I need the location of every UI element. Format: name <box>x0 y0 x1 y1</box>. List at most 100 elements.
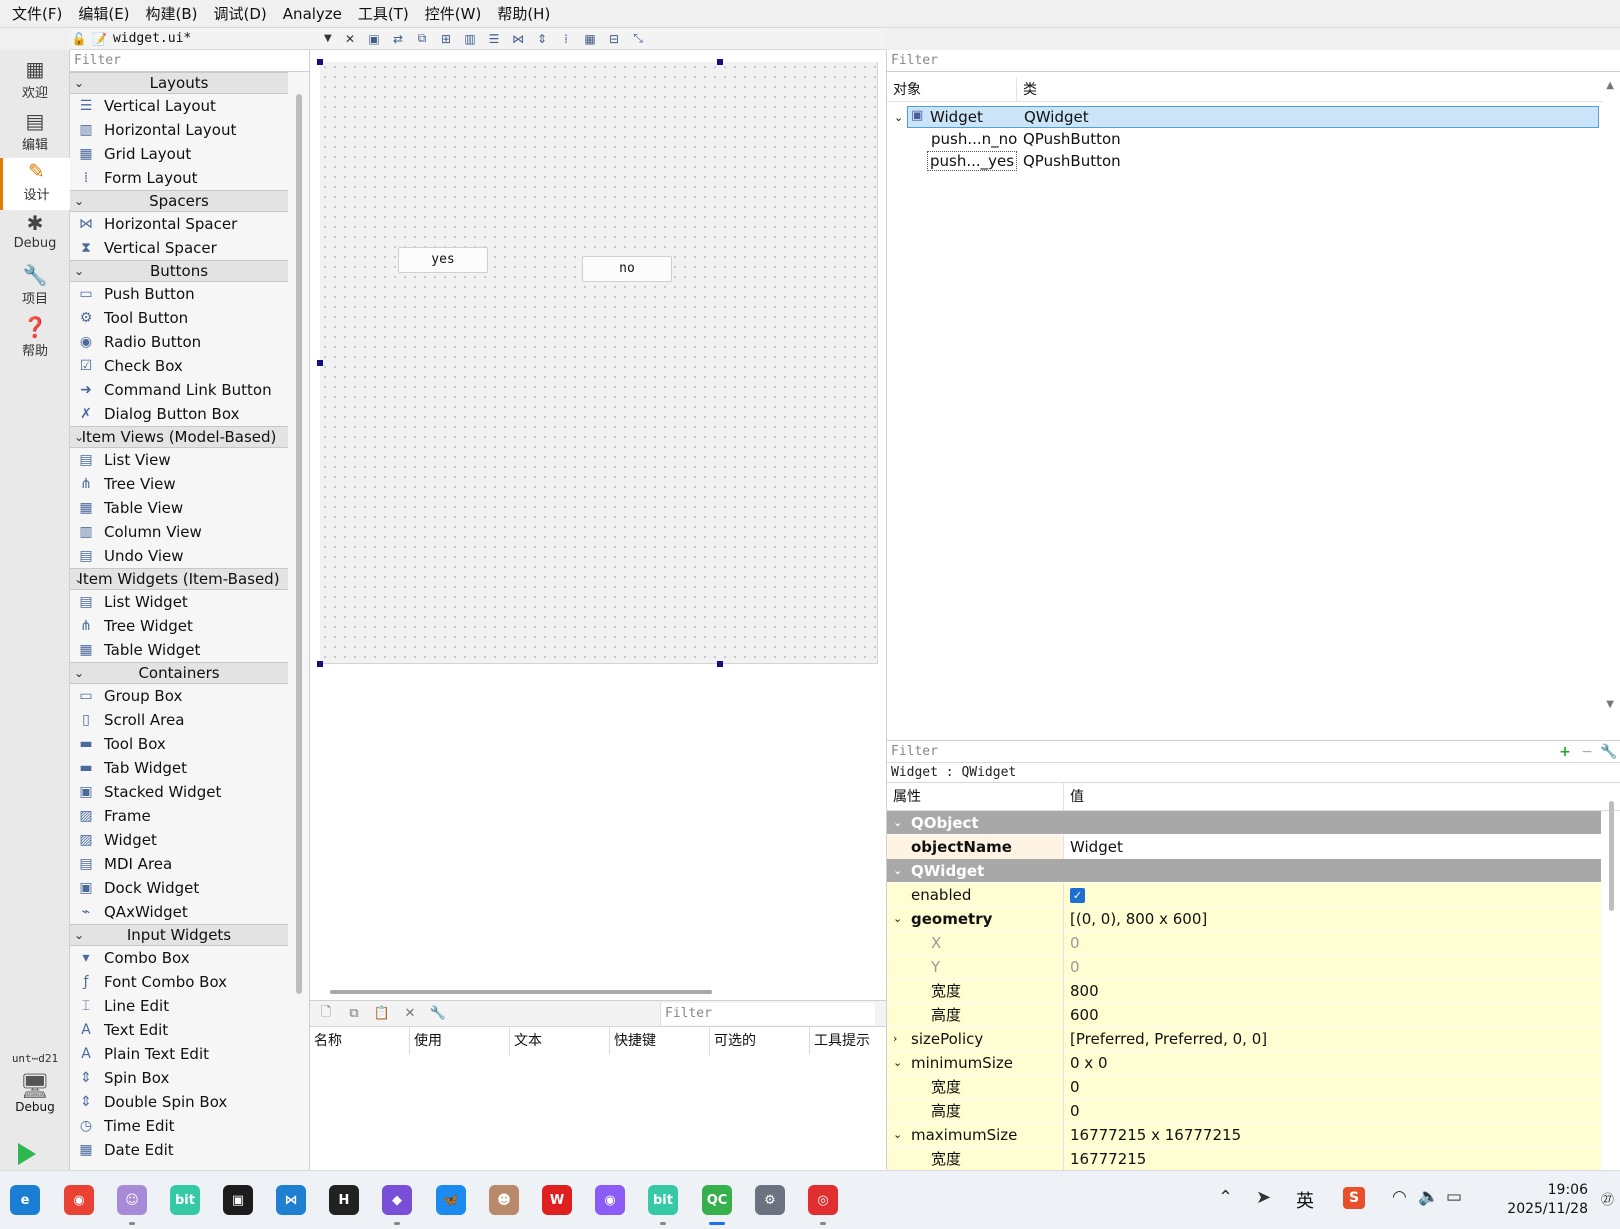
taskbar-avatar-app-icon[interactable]: ☺ <box>117 1185 147 1215</box>
property-value[interactable]: 0 <box>1064 1075 1080 1099</box>
layout-vsplitter-icon[interactable]: ⇕ <box>531 30 553 48</box>
property-value[interactable]: 16777215 <box>1064 1147 1146 1171</box>
column-header[interactable]: 值 <box>1064 783 1084 810</box>
taskbar-chrome-icon[interactable]: ◉ <box>64 1185 94 1215</box>
resize-handle[interactable] <box>717 661 723 667</box>
action-filter-input[interactable]: Filter <box>660 1002 875 1025</box>
layout-form-icon[interactable]: ⁞ <box>555 30 577 48</box>
column-header[interactable]: 属性 <box>887 783 1064 810</box>
taskbar-edge-icon[interactable]: e <box>10 1185 40 1215</box>
enabled-checkbox[interactable]: ✓ <box>1070 887 1085 903</box>
mode-design[interactable]: ✎ 设计 <box>0 158 70 210</box>
category-item-views-model-based[interactable]: ⌄ Item Views (Model-Based) <box>70 426 288 448</box>
property-section[interactable]: ⌄ QObject <box>887 811 1601 835</box>
property-row[interactable]: 高度 600 <box>887 1002 1601 1027</box>
column-header[interactable]: 文本 <box>510 1027 610 1055</box>
chevron-up-icon[interactable]: ⌃ <box>1218 1187 1233 1208</box>
property-value[interactable]: Widget <box>1064 835 1123 859</box>
taskbar-netease-music-icon[interactable]: ◎ <box>808 1185 838 1215</box>
widget-item-double-spin-box[interactable]: ⇕ Double Spin Box <box>70 1090 288 1114</box>
menu-item[interactable]: 文件(F) <box>4 0 70 28</box>
property-scrollbar[interactable] <box>1609 801 1614 911</box>
widget-item-mdi-area[interactable]: ▤ MDI Area <box>70 852 288 876</box>
menu-item[interactable]: 编辑(E) <box>70 0 137 28</box>
taskbar-bit-app-2-icon[interactable]: bit <box>648 1185 678 1215</box>
property-row[interactable]: X0 <box>887 930 1601 955</box>
widget-item-check-box[interactable]: ☑ Check Box <box>70 354 288 378</box>
menu-item[interactable]: 控件(W) <box>417 0 490 28</box>
widget-item-column-view[interactable]: ▥ Column View <box>70 520 288 544</box>
widget-item-table-widget[interactable]: ▦ Table Widget <box>70 638 288 662</box>
scroll-down-icon[interactable]: ▼ <box>1606 699 1614 710</box>
property-row[interactable]: objectName Widget <box>887 834 1601 859</box>
widget-item-horizontal-layout[interactable]: ▥ Horizontal Layout <box>70 118 288 142</box>
column-header[interactable]: 类 <box>1017 78 1037 101</box>
property-row[interactable]: 宽度 0 <box>887 1074 1601 1099</box>
widget-item-radio-button[interactable]: ◉ Radio Button <box>70 330 288 354</box>
chevron-down-icon[interactable]: ⌄ <box>893 907 902 931</box>
wifi-icon[interactable]: ◠ <box>1392 1187 1407 1207</box>
adjust-size-icon[interactable]: ⤡ <box>627 30 649 48</box>
taskbar-vscode-icon[interactable]: ⋈ <box>276 1185 306 1215</box>
property-row[interactable]: 高度 0 <box>887 1098 1601 1123</box>
menu-item[interactable]: 调试(D) <box>206 0 275 28</box>
layout-horizontal-icon[interactable]: ▥ <box>459 30 481 48</box>
widget-item-vertical-spacer[interactable]: ⧗ Vertical Spacer <box>70 236 288 260</box>
widget-filter-input[interactable]: Filter <box>70 50 309 72</box>
chevron-down-icon[interactable]: ▼ <box>324 33 338 44</box>
property-row[interactable]: ⌄ minimumSize 0 x 0 <box>887 1050 1601 1075</box>
widget-item-list-view[interactable]: ▤ List View <box>70 448 288 472</box>
property-section[interactable]: ⌄ QWidget <box>887 859 1601 883</box>
property-row[interactable]: › sizePolicy [Preferred, Preferred, 0, 0] <box>887 1026 1601 1051</box>
resize-handle[interactable] <box>717 59 723 65</box>
taskbar-wps-icon[interactable]: W <box>542 1185 572 1215</box>
new-action-icon[interactable]: 🗋 <box>314 1004 338 1024</box>
remove-property-icon[interactable]: − <box>1576 744 1598 760</box>
tree-row[interactable]: push...n_no QPushButton <box>887 128 1603 150</box>
edit-tab-order-icon[interactable]: ⊞ <box>435 30 457 48</box>
widget-item-frame[interactable]: ▨ Frame <box>70 804 288 828</box>
widget-item-grid-layout[interactable]: ▦ Grid Layout <box>70 142 288 166</box>
mode-debug[interactable]: ✱ Debug <box>0 210 70 262</box>
widget-item-undo-view[interactable]: ▤ Undo View <box>70 544 288 568</box>
push-button-yes[interactable]: yes <box>398 247 488 273</box>
column-header[interactable]: 使用 <box>410 1027 510 1055</box>
run-icon[interactable] <box>18 1143 36 1165</box>
widget-item-tree-widget[interactable]: ⋔ Tree Widget <box>70 614 288 638</box>
chevron-down-icon[interactable]: ⌄ <box>893 859 902 883</box>
add-property-icon[interactable]: + <box>1554 744 1576 760</box>
column-header[interactable]: 工具提示 <box>810 1027 886 1055</box>
sogou-icon[interactable]: S <box>1343 1187 1365 1209</box>
category-input-widgets[interactable]: ⌄ Input Widgets <box>70 924 288 946</box>
taskbar-settings-icon[interactable]: ⚙ <box>755 1185 785 1215</box>
mode-edit[interactable]: ▤ 编辑 <box>0 108 70 160</box>
property-value[interactable]: [Preferred, Preferred, 0, 0] <box>1064 1027 1267 1051</box>
location-icon[interactable]: ➤ <box>1256 1187 1271 1208</box>
resize-handle[interactable] <box>317 360 323 366</box>
widget-item-tree-view[interactable]: ⋔ Tree View <box>70 472 288 496</box>
widget-item-push-button[interactable]: ▭ Push Button <box>70 282 288 306</box>
property-value[interactable]: 0 x 0 <box>1064 1051 1108 1075</box>
widget-item-vertical-layout[interactable]: ☰ Vertical Layout <box>70 94 288 118</box>
widget-item-dock-widget[interactable]: ▣ Dock Widget <box>70 876 288 900</box>
widget-item-group-box[interactable]: ▭ Group Box <box>70 684 288 708</box>
widget-item-tab-widget[interactable]: ▬ Tab Widget <box>70 756 288 780</box>
resize-handle[interactable] <box>317 661 323 667</box>
widget-item-font-combo-box[interactable]: ƒ Font Combo Box <box>70 970 288 994</box>
taskbar-bit-app-icon[interactable]: bit <box>170 1185 200 1215</box>
notification-icon[interactable]: ㉗ <box>1601 1189 1614 1208</box>
category-item-widgets-item-based[interactable]: ⌄ Item Widgets (Item-Based) <box>70 568 288 590</box>
taskbar-chat-app-icon[interactable]: ◉ <box>595 1185 625 1215</box>
widget-box-scrollbar[interactable] <box>296 94 302 994</box>
chevron-right-icon[interactable]: › <box>893 1027 897 1051</box>
widget-item-qaxwidget[interactable]: ⌁ QAxWidget <box>70 900 288 924</box>
category-containers[interactable]: ⌄ Containers <box>70 662 288 684</box>
open-file-combo[interactable]: 📝 widget.ui* <box>88 31 324 46</box>
form-canvas[interactable]: yes no <box>320 62 878 664</box>
widget-item-line-edit[interactable]: ⌶ Line Edit <box>70 994 288 1018</box>
menu-item[interactable]: 构建(B) <box>138 0 206 28</box>
widget-item-form-layout[interactable]: ⁞ Form Layout <box>70 166 288 190</box>
chevron-down-icon[interactable]: ⌄ <box>894 111 903 124</box>
property-value[interactable]: [(0, 0), 800 x 600] <box>1064 907 1207 931</box>
taskbar-terminal-app-icon[interactable]: ▣ <box>223 1185 253 1215</box>
